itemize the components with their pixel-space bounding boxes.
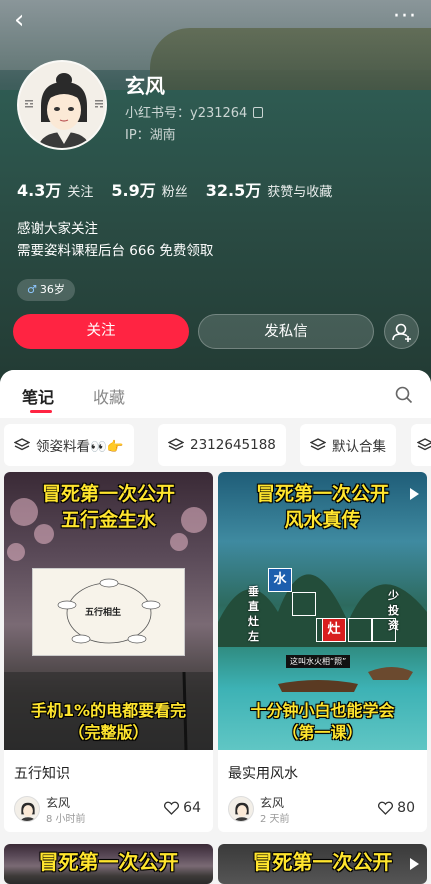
empty-box bbox=[292, 592, 316, 616]
active-tab-indicator bbox=[30, 410, 52, 413]
note-card[interactable]: 冒死第一次公开 风水真传 垂直灶左 少投资 水 灶 这叫水火相“照” 十分钟小白… bbox=[218, 472, 427, 832]
collection-chips: 领姿料看👀👉 2312645188 默认合集 bbox=[0, 418, 431, 474]
note-title: 最实用风水 bbox=[228, 766, 298, 782]
profile-stats: 4.3万 关注 5.9万 粉丝 32.5万 获赞与收藏 bbox=[17, 177, 332, 201]
layers-icon bbox=[310, 438, 326, 451]
cover-side-text: 垂直灶左 bbox=[248, 585, 259, 643]
stat-number: 32.5万 bbox=[205, 181, 262, 200]
add-user-icon bbox=[392, 323, 411, 342]
redbook-id-text: 小红书号：y231264 bbox=[125, 106, 248, 121]
collection-chip-partial[interactable] bbox=[411, 424, 431, 466]
diagram-label: 五行相生 bbox=[85, 608, 122, 618]
like-count: 64 bbox=[183, 800, 201, 816]
heart-icon bbox=[378, 801, 394, 815]
cover-title: 冒死第一次公开 bbox=[252, 850, 393, 874]
profile-bio: 感谢大家关注 需要姿料课程后台 666 免费领取 bbox=[17, 218, 213, 262]
search-icon[interactable] bbox=[395, 386, 413, 404]
note-cover: 冒死第一次公开 风水真传 垂直灶左 少投资 水 灶 这叫水火相“照” 十分钟小白… bbox=[218, 472, 427, 750]
ip-location: IP：湖南 bbox=[125, 128, 176, 143]
note-cover: 冒死第一次公开 五行金生水 五行相生 手机1%的电都要看完 （完整版） bbox=[4, 472, 213, 750]
stat-followers[interactable]: 5.9万 粉丝 bbox=[111, 177, 187, 201]
layers-icon bbox=[14, 438, 30, 451]
post-time: 8 小时前 bbox=[46, 814, 86, 825]
cover-bottom-text: （第一课） bbox=[282, 723, 363, 742]
note-card[interactable]: 冒死第一次公开 bbox=[4, 844, 213, 884]
empty-box bbox=[372, 618, 396, 642]
bio-line: 需要姿料课程后台 666 免费领取 bbox=[17, 243, 214, 259]
stat-number: 4.3万 bbox=[17, 181, 62, 200]
cover-title: 冒死第一次公开 bbox=[255, 483, 389, 505]
note-card[interactable]: 冒死第一次公开 bbox=[218, 844, 427, 884]
stat-number: 5.9万 bbox=[111, 181, 156, 200]
stat-likes-collects[interactable]: 32.5万 获赞与收藏 bbox=[206, 177, 333, 201]
bio-line: 感谢大家关注 bbox=[17, 221, 98, 237]
cover-title: 五行金生水 bbox=[60, 509, 156, 531]
note-footer: 玄风 2 天前 80 bbox=[218, 790, 427, 832]
avatar[interactable] bbox=[17, 60, 107, 150]
stat-label: 关注 bbox=[67, 185, 94, 200]
five-elements-diagram: 五行相生 bbox=[32, 568, 185, 656]
profile-name: 玄风 bbox=[125, 74, 165, 98]
collection-chip[interactable]: 2312645188 bbox=[158, 424, 286, 466]
avatar-illustration-icon bbox=[19, 62, 105, 148]
redbook-id: 小红书号：y231264 bbox=[125, 102, 264, 121]
note-cover: 冒死第一次公开 bbox=[218, 844, 427, 884]
age-tag: ♂ 36岁 bbox=[17, 279, 75, 301]
copy-icon[interactable] bbox=[253, 107, 264, 118]
note-title: 五行知识 bbox=[14, 766, 70, 782]
note-footer: 玄风 8 小时前 64 bbox=[4, 790, 213, 832]
cover-bottom-text: 手机1%的电都要看完 bbox=[30, 701, 187, 720]
collection-chip[interactable]: 默认合集 bbox=[300, 424, 396, 466]
cover-bottom-text: （完整版） bbox=[68, 723, 149, 742]
tab-notes[interactable]: 笔记 bbox=[22, 384, 54, 408]
author-name: 玄风 bbox=[260, 796, 285, 810]
cover-bottom-text: 十分钟小白也能学会 bbox=[250, 701, 395, 720]
author-avatar[interactable] bbox=[14, 796, 40, 822]
like-button[interactable]: 80 bbox=[378, 800, 415, 816]
more-icon[interactable]: ··· bbox=[387, 6, 417, 28]
stat-label: 粉丝 bbox=[161, 185, 188, 200]
collection-chip-label: 2312645188 bbox=[190, 437, 276, 453]
cover-title: 冒死第一次公开 bbox=[38, 850, 179, 874]
author-avatar[interactable] bbox=[228, 796, 254, 822]
water-box: 水 bbox=[268, 568, 292, 592]
post-time: 2 天前 bbox=[260, 814, 290, 825]
layers-icon bbox=[168, 438, 184, 451]
message-button[interactable]: 发私信 bbox=[198, 314, 374, 349]
cover-title: 冒死第一次公开 bbox=[41, 483, 175, 505]
stat-label: 获赞与收藏 bbox=[267, 185, 333, 200]
heart-icon bbox=[164, 801, 180, 815]
stat-following[interactable]: 4.3万 关注 bbox=[17, 177, 93, 201]
avatar-illustration-icon bbox=[234, 802, 250, 821]
layers-icon bbox=[417, 438, 431, 451]
content-panel: 笔记 收藏 领姿料看👀👉 2312645188 默认合集 冒死第一次公开 五行金… bbox=[0, 370, 431, 884]
male-icon: ♂ bbox=[27, 283, 37, 296]
back-icon[interactable]: ‹ bbox=[14, 7, 38, 33]
tab-bar: 笔记 收藏 bbox=[0, 370, 431, 418]
like-count: 80 bbox=[397, 800, 415, 816]
author-name: 玄风 bbox=[46, 796, 71, 810]
tab-collections[interactable]: 收藏 bbox=[93, 384, 125, 408]
collection-chip-label: 默认合集 bbox=[332, 439, 386, 455]
cover-title: 风水真传 bbox=[284, 509, 361, 531]
cover-caption: 这叫水火相“照” bbox=[286, 655, 351, 668]
note-cover: 冒死第一次公开 bbox=[4, 844, 213, 884]
stove-box: 灶 bbox=[322, 618, 346, 642]
age-text: 36岁 bbox=[39, 283, 65, 296]
collection-chip[interactable]: 领姿料看👀👉 bbox=[4, 424, 134, 466]
profile-header: ‹ ··· 玄风 小红书号：y231264 IP：湖南 4.3万 关注 5.9万… bbox=[0, 0, 431, 392]
avatar-illustration-icon bbox=[20, 802, 36, 821]
empty-box bbox=[348, 618, 372, 642]
follow-button[interactable]: 关注 bbox=[13, 314, 189, 349]
collection-chip-label: 领姿料看👀👉 bbox=[36, 439, 124, 455]
add-friend-button[interactable] bbox=[384, 314, 419, 349]
like-button[interactable]: 64 bbox=[164, 800, 201, 816]
note-card[interactable]: 冒死第一次公开 五行金生水 五行相生 手机1%的电都要看完 （完整版） 五行知识… bbox=[4, 472, 213, 832]
